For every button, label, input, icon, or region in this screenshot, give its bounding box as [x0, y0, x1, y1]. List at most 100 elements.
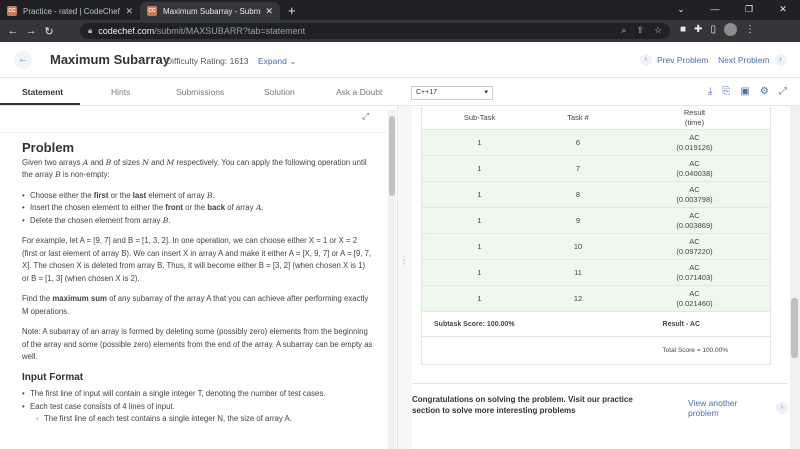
- header-subtask: Sub-Task: [463, 113, 496, 122]
- minimize-icon[interactable]: —: [698, 0, 732, 18]
- subnav: Statement Hints Submissions Solution Ask…: [0, 78, 800, 106]
- back-button[interactable]: ←: [14, 51, 32, 69]
- url-host: codechef.com: [98, 26, 155, 36]
- congrats-bar: Congratulations on solving the problem. …: [412, 383, 788, 423]
- sidebar-icon[interactable]: ▯: [710, 24, 716, 35]
- list-item: Delete the chosen element from array B.: [22, 215, 374, 228]
- input-format-heading: Input Format: [22, 371, 84, 383]
- table-header: Sub-Task Task # Result (time): [422, 106, 770, 130]
- extensions-area: ■ ✚ ▯ ⋮: [680, 23, 755, 36]
- browser-tab-practice[interactable]: CC Practice - rated | CodeChef ✕: [0, 2, 140, 20]
- url-input[interactable]: 🔒︎ codechef.com/submit/MAXSUBARR?tab=sta…: [80, 23, 670, 39]
- tab-title: Maximum Subarray - Submit | C...: [163, 6, 261, 16]
- restore-icon[interactable]: ❐: [732, 0, 766, 18]
- star-icon[interactable]: ☆: [654, 25, 662, 36]
- result-verdict: AC: [689, 210, 700, 220]
- panel-splitter[interactable]: [398, 106, 412, 449]
- result-verdict: AC: [689, 132, 700, 142]
- chevron-right-icon: ›: [774, 54, 787, 66]
- reload-icon[interactable]: ↻: [40, 25, 58, 38]
- cell-result: AC (0.040038): [619, 159, 770, 179]
- results-scrollbar[interactable]: [790, 106, 800, 449]
- back-arrow-icon[interactable]: ←: [4, 25, 22, 37]
- subtask-score-row: Subtask Score: 100.00% Result - AC: [422, 312, 770, 337]
- result-time: (0.019126): [676, 142, 713, 152]
- fullscreen-icon[interactable]: ⤢: [779, 86, 787, 97]
- cell-subtask: 1: [477, 216, 482, 225]
- menu-icon[interactable]: ⋮: [745, 24, 755, 35]
- view-another-label: View another problem: [688, 398, 738, 418]
- share-icon[interactable]: ⇪: [636, 25, 644, 36]
- result-time: (0.040038): [676, 168, 713, 178]
- cell-task: 7: [575, 164, 581, 173]
- problem-task: Find the maximum sum of any subarray of …: [22, 294, 369, 316]
- view-another-problem-link[interactable]: View another problem ›: [688, 398, 788, 418]
- gear-icon[interactable]: ⚙: [760, 86, 769, 97]
- result-verdict: AC: [689, 184, 700, 194]
- close-icon[interactable]: ✕: [265, 6, 273, 17]
- cell-subtask: 1: [477, 164, 482, 173]
- download-icon[interactable]: ⤓: [708, 86, 712, 97]
- drag-handle-icon[interactable]: ⋮ ⋮: [400, 256, 408, 268]
- result-verdict: AC: [689, 236, 700, 246]
- header-result: Result (time): [683, 107, 706, 127]
- active-tab-indicator: [0, 103, 80, 105]
- close-icon[interactable]: ✕: [125, 6, 133, 17]
- scrollbar-thumb[interactable]: [389, 116, 395, 196]
- result-time: (0.003798): [676, 194, 713, 204]
- next-label: Next Problem: [718, 55, 770, 65]
- header-task: Task #: [567, 113, 589, 122]
- total-score: Total Score = 100.00%: [662, 347, 728, 354]
- expand-panel-icon[interactable]: ⤢: [362, 111, 369, 122]
- cell-subtask: 1: [477, 138, 482, 147]
- problem-heading: Problem: [22, 140, 75, 155]
- extension-icon[interactable]: ■: [680, 24, 686, 35]
- cell-task: 6: [575, 138, 581, 147]
- scrollbar-thumb[interactable]: [791, 298, 798, 358]
- new-tab-icon[interactable]: +: [280, 2, 304, 20]
- puzzle-icon[interactable]: ✚: [694, 24, 702, 35]
- browser-tab-submit[interactable]: CC Maximum Subarray - Submit | C... ✕: [140, 2, 280, 20]
- table-row: 1 10 AC (0.097220): [422, 234, 770, 260]
- cell-subtask: 1: [477, 190, 482, 199]
- cell-result: AC (0.003798): [619, 185, 770, 205]
- cell-subtask: 1: [477, 294, 482, 303]
- problem-note: Note: A subarray of an array is formed b…: [22, 327, 373, 361]
- next-problem-link[interactable]: Next Problem ›: [718, 54, 787, 66]
- problem-header: ← Maximum Subarray Difficulty Rating: 16…: [0, 42, 800, 78]
- expand-button[interactable]: Expand ⌄: [258, 56, 296, 67]
- language-select[interactable]: C++17 ▾: [411, 86, 493, 100]
- search-icon[interactable]: ⌕: [621, 25, 626, 36]
- cell-task: 9: [575, 216, 581, 225]
- url-path: /submit/MAXSUBARR?tab=statement: [154, 26, 306, 36]
- browser-tab-bar: CC Practice - rated | CodeChef ✕ CC Maxi…: [0, 0, 800, 20]
- tab-ask-doubt[interactable]: Ask a Doubt: [336, 87, 382, 97]
- list-item: The first line of each test contains a s…: [36, 413, 374, 426]
- forward-arrow-icon[interactable]: →: [22, 25, 40, 37]
- prev-problem-link[interactable]: ‹ Prev Problem: [640, 54, 709, 66]
- result-time: (0.097220): [676, 246, 713, 256]
- subtask-score: Subtask Score: 100.00%: [434, 320, 515, 328]
- tab-hints[interactable]: Hints: [111, 87, 130, 97]
- close-window-icon[interactable]: ✕: [766, 0, 800, 18]
- table-row: 1 6 AC (0.019126): [422, 130, 770, 156]
- chevron-left-icon: ‹: [640, 54, 652, 66]
- tab-title: Practice - rated | CodeChef: [23, 6, 120, 16]
- operation-list: Choose either the first or the last elem…: [22, 190, 374, 228]
- upload-icon[interactable]: ⎘: [722, 86, 730, 97]
- page-title: Maximum Subarray: [50, 52, 170, 67]
- avatar[interactable]: [723, 23, 737, 36]
- problem-example: For example, let A = [9, 7] and B = [1, …: [22, 236, 372, 283]
- result-verdict: AC: [689, 288, 700, 298]
- chevron-down-icon[interactable]: ⌄: [664, 0, 698, 18]
- tab-solution[interactable]: Solution: [264, 87, 295, 97]
- tab-statement[interactable]: Statement: [22, 87, 63, 97]
- table-row: 1 9 AC (0.003869): [422, 208, 770, 234]
- cell-result: AC (0.019126): [619, 133, 770, 153]
- cell-subtask: 1: [477, 242, 482, 251]
- cell-result: AC (0.003869): [619, 211, 770, 231]
- tab-submissions[interactable]: Submissions: [176, 87, 224, 97]
- save-icon[interactable]: ▣: [740, 86, 749, 97]
- list-item: Insert the chosen element to either the …: [22, 202, 374, 215]
- table-row: 1 11 AC (0.071403): [422, 260, 770, 286]
